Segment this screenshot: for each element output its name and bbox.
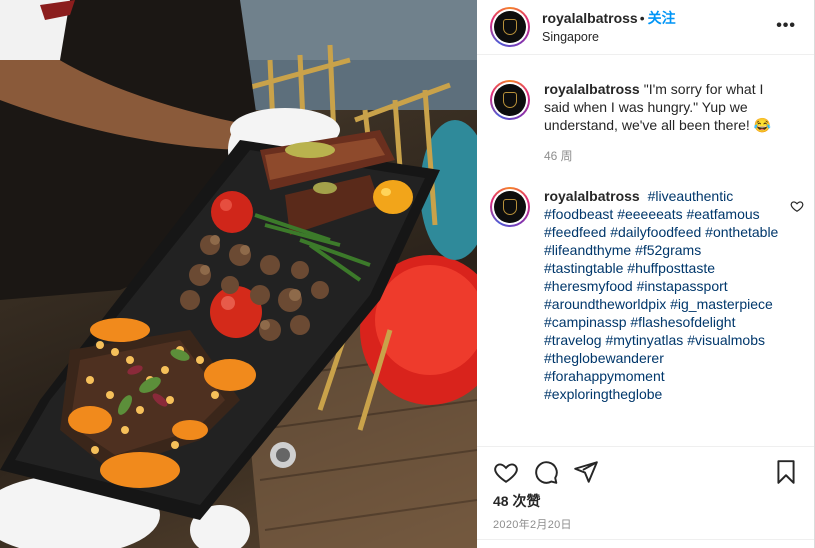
hashtag-link[interactable]: #eeeeeats [617,206,682,222]
hashtag-link[interactable]: #instapassport [637,278,728,294]
comment-timestamp[interactable]: 46 周 [544,147,784,165]
post-header: royalalbatross • 关注 Singapore ••• [477,0,814,55]
hashtag-link[interactable]: #exploringtheglobe [544,386,662,402]
hashtag-link[interactable]: #eatfamous [686,206,759,222]
likes-count[interactable]: 48 次赞 [493,491,540,511]
hashtag-link[interactable]: #tastingtable [544,260,623,276]
follow-button[interactable]: 关注 [648,10,676,26]
header-username[interactable]: royalalbatross [542,10,638,26]
brand-crest-icon [503,199,517,215]
hashtag-link[interactable]: #ig_masterpiece [670,296,773,312]
brand-crest-icon [503,19,517,35]
bookmark-icon[interactable] [773,459,799,485]
post-actions: 48 次赞 2020年2月20日 [477,446,814,548]
hashtag-link[interactable]: #heresmyfood [544,278,633,294]
location-link[interactable]: Singapore [542,28,676,46]
hashtag-comment: royalalbatross #liveauthentic #foodbeast… [490,187,804,403]
hashtag-link[interactable]: #dailyfoodfeed [610,224,701,240]
hashtag-link[interactable]: #forahappymoment [544,368,665,384]
post-photo[interactable] [0,0,477,548]
hashtag-link[interactable]: #aroundtheworldpix [544,296,666,312]
post-date[interactable]: 2020年2月20日 [493,516,572,532]
hashtag-link[interactable]: #feedfeed [544,224,606,240]
hashtag-link[interactable]: #f52grams [635,242,701,258]
divider [477,539,814,540]
hashtag-link[interactable]: #visualmobs [687,332,765,348]
more-options-icon[interactable]: ••• [776,17,796,35]
comment-icon[interactable] [533,459,559,485]
comment-username[interactable]: royalalbatross [544,188,640,204]
comment-like-heart-icon[interactable] [790,199,804,213]
brand-crest-icon [503,92,517,108]
share-icon[interactable] [573,459,599,485]
hashtag-link[interactable]: #lifeandthyme [544,242,631,258]
hashtag-link[interactable]: #foodbeast [544,206,613,222]
hashtag-link[interactable]: #travelog [544,332,602,348]
separator-dot: • [639,9,645,26]
avatar[interactable] [490,80,530,120]
hashtag-link[interactable]: #mytinyatlas [605,332,683,348]
hashtag-link[interactable]: #flashesofdelight [630,314,735,330]
caption-comment: royalalbatross "I'm sorry for what I said… [490,80,796,165]
avatar[interactable] [490,7,530,47]
hashtag-link[interactable]: #onthetable [705,224,778,240]
comment-username[interactable]: royalalbatross [544,81,640,97]
hashtag-link[interactable]: #theglobewanderer [544,350,664,366]
food-photo-illustration [0,0,477,548]
hashtag-link[interactable]: #liveauthentic [648,188,734,204]
hashtag-link[interactable]: #huffposttaste [627,260,715,276]
hashtag-link[interactable]: #campinassp [544,314,627,330]
avatar[interactable] [490,187,530,227]
heart-icon[interactable] [493,459,519,485]
post-details-panel: royalalbatross • 关注 Singapore ••• royalalb… [477,0,815,548]
